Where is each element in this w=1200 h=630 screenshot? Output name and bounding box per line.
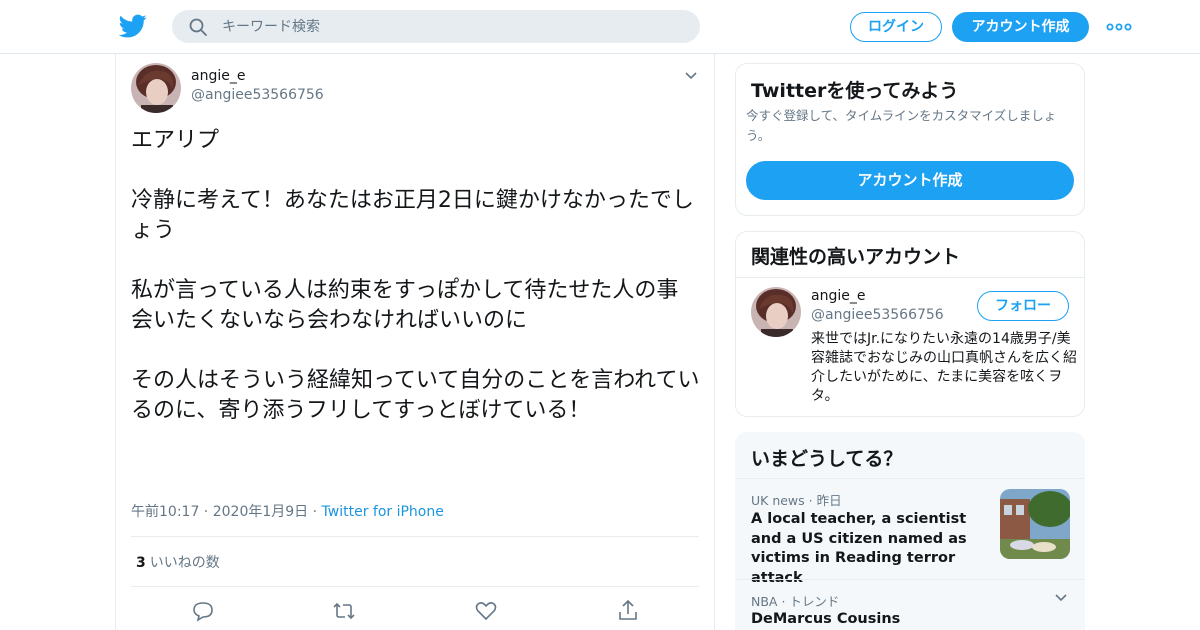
more-options-icon[interactable] (1106, 20, 1132, 34)
related-avatar[interactable] (751, 287, 801, 337)
signup-card-subtitle: 今すぐ登録して、タイムラインをカスタマイズしましょう。 (746, 108, 1057, 143)
signup-card-title: Twitterを使ってみよう (751, 80, 959, 102)
trend-source: UK news (751, 493, 805, 508)
likes-number: 3 (136, 555, 146, 571)
trend-item[interactable]: UK news · 昨日 A local teacher, a scientis… (736, 478, 1084, 586)
trend-meta: NBA · トレンド (751, 591, 839, 610)
meta-separator: · (777, 594, 790, 609)
trend-title: A local teacher, a scientist and a US ci… (751, 511, 967, 586)
meta-separator: · (199, 504, 213, 520)
top-bar: ログイン アカウント作成 (0, 0, 1200, 54)
trend-meta: UK news · 昨日 (751, 490, 842, 509)
tweet-source-link[interactable]: Twitter for iPhone (322, 504, 444, 520)
trend-time: トレンド (789, 594, 840, 609)
reply-icon[interactable] (191, 599, 215, 623)
chevron-down-icon[interactable] (684, 70, 698, 82)
avatar-image (751, 287, 801, 337)
signup-button[interactable]: アカウント作成 (952, 12, 1089, 42)
likes-label: いいねの数 (149, 555, 220, 571)
signup-card: Twitterを使ってみよう 今すぐ登録して、タイムラインをカスタマイズしましょ… (735, 63, 1085, 216)
trend-item[interactable]: NBA · トレンド DeMarcus Cousins (736, 579, 1084, 630)
meta-separator: · (308, 504, 322, 520)
divider (131, 536, 699, 537)
trends-card: いまどうしてる？ UK news · 昨日 A local teacher, a… (735, 432, 1085, 630)
tweet-text: エアリプ 冷静に考えて！あなたはお正月2日に鍵かけなかったでしょう 私が言ってい… (131, 128, 700, 423)
retweet-icon[interactable] (332, 599, 356, 623)
create-account-button[interactable]: アカウント作成 (746, 161, 1074, 200)
tweet-date[interactable]: 2020年1月9日 (213, 504, 308, 520)
user-handle[interactable]: @angiee53566756 (191, 87, 324, 103)
trend-thumbnail (1000, 489, 1070, 559)
trend-source: NBA (751, 594, 778, 609)
likes-count[interactable]: 3 いいねの数 (136, 552, 220, 572)
related-user-name[interactable]: angie_e (811, 288, 865, 304)
trends-card-title: いまどうしてる？ (751, 448, 903, 470)
twitter-bird-icon[interactable] (119, 12, 147, 40)
trend-time: 昨日 (816, 493, 842, 508)
related-user-handle[interactable]: @angiee53566756 (811, 307, 944, 323)
related-accounts-card: 関連性の高いアカウント angie_e @angiee53566756 フォロー… (735, 231, 1085, 417)
tweet-time[interactable]: 午前10:17 (131, 504, 199, 520)
follow-button[interactable]: フォロー (977, 291, 1069, 321)
trend-title: DeMarcus Cousins (751, 611, 901, 627)
related-user-bio: 来世ではJr.になりたい永遠の14歳男子/美容雑誌でおなじみの山口真帆さんを広く… (811, 331, 1077, 404)
search-icon (189, 18, 207, 36)
like-heart-icon[interactable] (474, 599, 498, 623)
avatar-image (131, 63, 181, 113)
chevron-down-icon[interactable] (1054, 592, 1068, 604)
search-input[interactable] (222, 10, 682, 43)
tweet-permalink: angie_e @angiee53566756 エアリプ 冷静に考えて！あなたは… (115, 54, 715, 630)
user-name[interactable]: angie_e (191, 68, 245, 84)
divider (131, 586, 699, 587)
share-icon[interactable] (616, 599, 640, 623)
trend-image (1000, 489, 1070, 559)
login-button[interactable]: ログイン (850, 12, 942, 42)
related-card-title: 関連性の高いアカウント (751, 246, 961, 268)
divider (736, 277, 1084, 278)
tweet-metadata: 午前10:17 · 2020年1月9日 · Twitter for iPhone (131, 501, 444, 521)
meta-separator: · (804, 493, 817, 508)
avatar[interactable] (131, 63, 181, 113)
search-bar[interactable] (172, 10, 700, 43)
